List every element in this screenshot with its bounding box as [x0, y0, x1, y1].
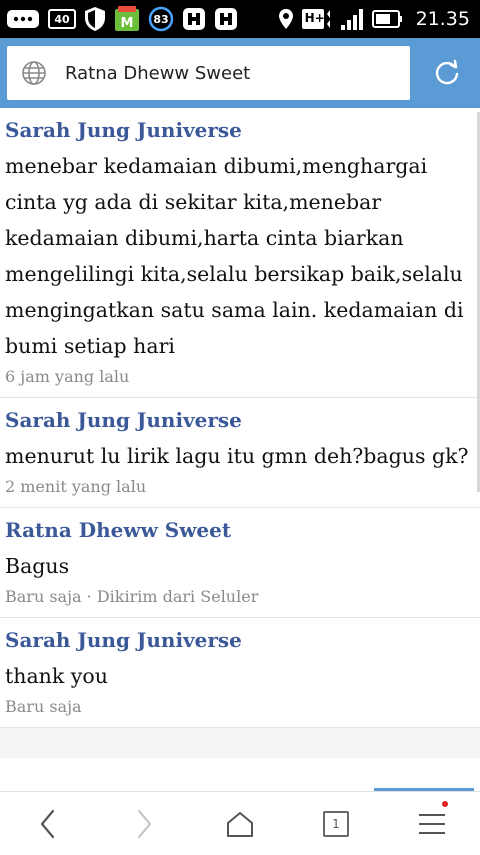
chevron-right-icon — [137, 809, 152, 838]
feed-footer — [0, 728, 480, 791]
shield-icon — [84, 6, 106, 32]
sync-icon — [182, 6, 206, 32]
comment-author[interactable]: Sarah Jung Juniverse — [5, 628, 474, 652]
fm-radio-icon: 40 — [48, 6, 76, 32]
comment-text: menurut lu lirik lagu itu gmn deh?bagus … — [5, 444, 469, 468]
status-bar: 40 M 83 H+ 21.35 — [0, 0, 480, 38]
comment-item: Ratna Dheww Sweet Bagus Baru saja · Diki… — [0, 508, 480, 618]
comment-time: 6 jam yang lalu — [5, 367, 130, 386]
comment-text: Bagus — [5, 554, 70, 578]
comment-text: menebar kedamaian dibumi,menghargai cint… — [5, 154, 464, 358]
message-icon — [6, 6, 40, 32]
chevron-left-icon — [40, 809, 55, 838]
fm-label: 40 — [54, 12, 70, 26]
comment-item: Sarah Jung Juniverse thank you Baru saja — [0, 618, 480, 728]
comment-time: Baru saja · Dikirim dari Seluler — [5, 587, 259, 606]
address-bar: Ratna Dheww Sweet — [0, 38, 480, 108]
comment-author[interactable]: Sarah Jung Juniverse — [5, 408, 474, 432]
globe-icon — [20, 59, 48, 87]
comment-time: Baru saja — [5, 697, 82, 716]
battery-icon — [371, 6, 404, 32]
sync-icon — [214, 6, 238, 32]
svg-text:M: M — [121, 16, 134, 31]
comment-author[interactable]: Ratna Dheww Sweet — [5, 518, 474, 542]
status-time: 21.35 — [415, 8, 470, 30]
comment-item: Sarah Jung Juniverse menurut lu lirik la… — [0, 398, 480, 508]
reload-icon — [435, 59, 459, 85]
signal-bars-icon — [340, 6, 364, 32]
menu-button[interactable] — [384, 792, 480, 855]
notification-dot — [442, 801, 448, 807]
home-button[interactable] — [192, 792, 288, 855]
network-label: H+ — [304, 11, 325, 25]
menu-icon — [419, 813, 445, 834]
notification-count-icon: 83 — [148, 6, 174, 32]
tabs-button[interactable]: 1 — [288, 792, 384, 855]
comment-item: Sarah Jung Juniverse menebar kedamaian d… — [0, 108, 480, 398]
tab-count: 1 — [323, 810, 349, 837]
url-field[interactable]: Ratna Dheww Sweet — [7, 46, 410, 100]
comment-feed[interactable]: Sarah Jung Juniverse menebar kedamaian d… — [0, 108, 480, 791]
notification-count: 83 — [153, 12, 169, 26]
location-icon — [278, 6, 294, 32]
forward-button[interactable] — [96, 792, 192, 855]
hplus-signal-icon: H+ — [301, 6, 332, 32]
comment-author[interactable]: Sarah Jung Juniverse — [5, 118, 474, 142]
comment-text: thank you — [5, 664, 108, 688]
home-icon — [227, 811, 253, 837]
url-text: Ratna Dheww Sweet — [65, 62, 251, 84]
reload-button[interactable] — [420, 46, 474, 100]
back-button[interactable] — [0, 792, 96, 855]
comment-time: 2 menit yang lalu — [5, 477, 147, 496]
market-icon: M — [114, 6, 140, 32]
bottom-nav: 1 — [0, 791, 480, 855]
